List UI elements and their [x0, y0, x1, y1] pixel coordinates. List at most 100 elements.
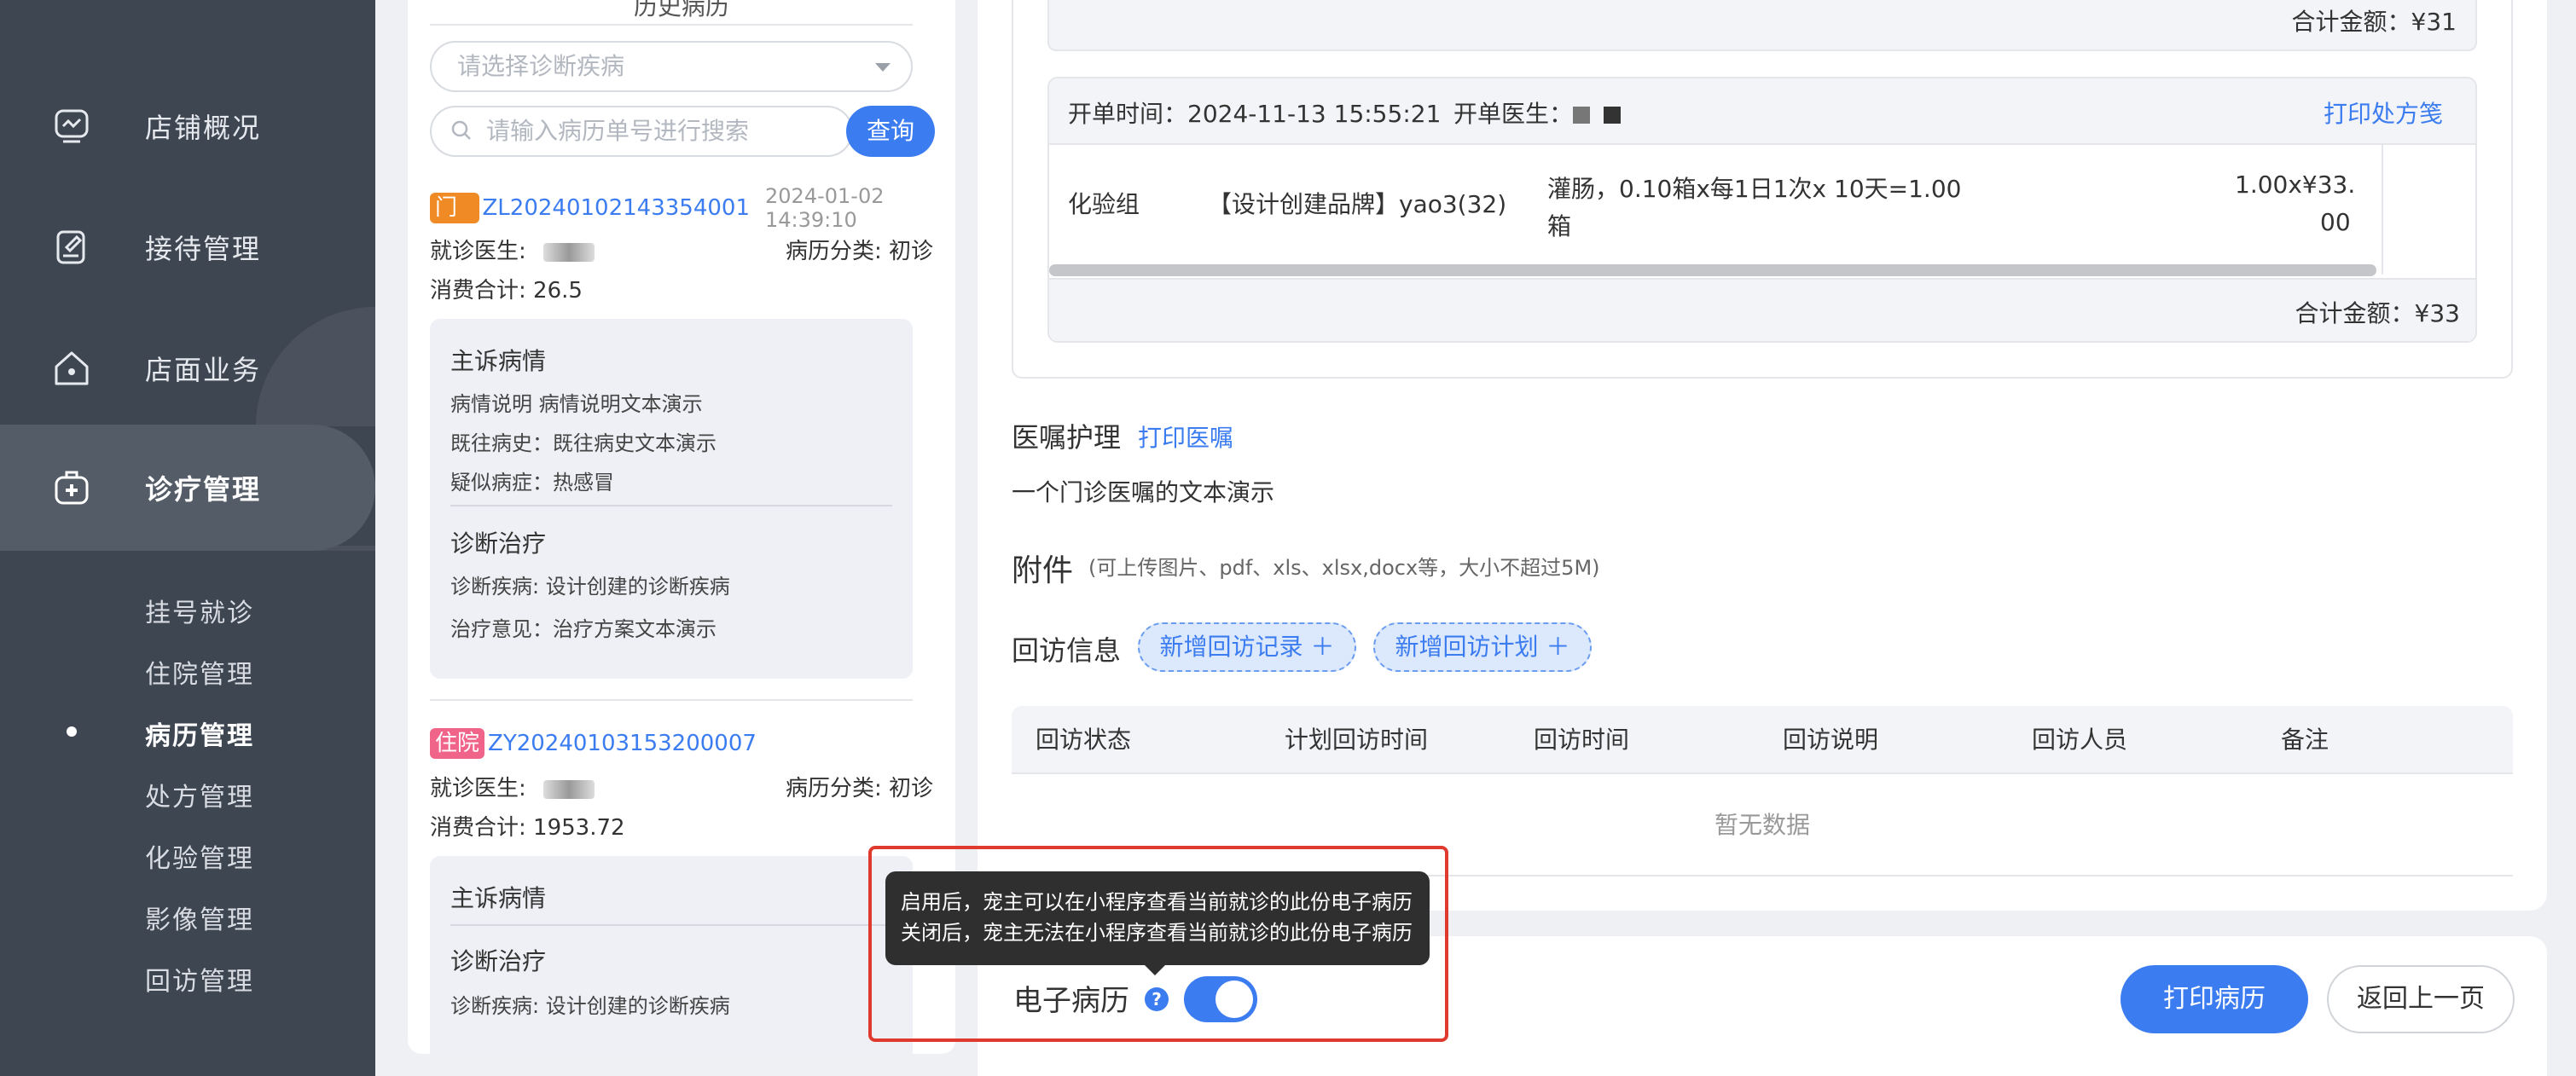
doctor-name-redacted: [1604, 107, 1622, 124]
record-doctor: 就诊医生:: [430, 234, 595, 265]
attachment-hint: (可上传图片、pdf、xls、xlsx,docx等，大小不超过5M): [1088, 556, 1600, 580]
diagnosis-line: 诊断疾病: 设计创建的诊断疾病: [450, 575, 730, 599]
sidebar-sub-inpatient[interactable]: 住院管理: [145, 653, 254, 691]
print-orders-link[interactable]: 打印医嘱: [1138, 419, 1233, 454]
rx-drug: 【设计创建品牌】yao3(32): [1208, 190, 1507, 218]
reception-icon: [56, 230, 85, 264]
disease-select[interactable]: 请选择诊断疾病: [430, 41, 913, 92]
diagnosis-title: 诊断治疗: [450, 947, 547, 975]
query-button[interactable]: 查询: [846, 106, 935, 157]
doctor-label: 就诊医生:: [430, 239, 526, 264]
column-header: 回访说明: [1783, 726, 1879, 754]
complaint-title: 主诉病情: [450, 884, 547, 912]
record-doctor: 就诊医生:: [430, 771, 595, 802]
inpatient-tag: 住院: [430, 728, 485, 759]
prescription-header: 开单时间：2024-11-13 15:55:21 开单医生： 打印处方笺: [1049, 78, 2475, 145]
search-placeholder: 请输入病历单号进行搜索: [486, 117, 750, 145]
record-date: 2024-01-02 14:39:10: [765, 184, 885, 232]
sidebar-item-label: 接待管理: [145, 233, 262, 265]
add-followup-plan-button[interactable]: 新增回访计划 ＋: [1373, 622, 1592, 672]
rx-usage: 灌肠，0.10箱x每1日1次x 10天=1.00: [1547, 175, 1962, 203]
diagnosis-line: 治疗意见：治疗方案文本演示: [450, 617, 717, 641]
rx-usage: 箱: [1547, 212, 1572, 240]
search-icon: [451, 120, 471, 140]
sidebar-item-store-business[interactable]: 店面业务: [0, 317, 375, 419]
record-list-title: 历史病历: [633, 0, 729, 20]
record-category: 病历分类: 初诊: [785, 776, 933, 801]
open-time: 开单时间：2024-11-13 15:55:21: [1068, 100, 1442, 128]
doctor-name-redacted: [542, 242, 595, 262]
outpatient-tag: 门诊: [430, 193, 479, 252]
attachment-title: 附件: [1012, 553, 1074, 588]
complaint-title: 主诉病情: [450, 347, 547, 375]
sidebar-sub-followup[interactable]: 回访管理: [145, 960, 254, 998]
complaint-line: 既往病史：既往病史文本演示: [450, 431, 717, 455]
horizontal-scrollbar[interactable]: [1049, 264, 2376, 276]
diagnosis-line: 诊断疾病: 设计创建的诊断疾病: [450, 994, 730, 1018]
diagnosis-title: 诊断治疗: [450, 529, 547, 558]
column-header: 回访状态: [1036, 726, 1132, 754]
doctor-label: 就诊医生:: [430, 776, 526, 801]
sidebar-item-medical[interactable]: 诊疗管理: [0, 437, 375, 539]
disease-select-placeholder: 请选择诊断疾病: [457, 52, 625, 80]
home-business-icon: [55, 351, 89, 385]
sidebar-item-label: 诊疗管理: [145, 473, 262, 506]
print-prescription-link[interactable]: 打印处方笺: [2324, 95, 2443, 130]
record-number[interactable]: ZY20240103153200007: [488, 731, 757, 756]
sidebar-sub-prescription[interactable]: 处方管理: [145, 776, 254, 813]
annotation-highlight-box: [868, 846, 1448, 1042]
sidebar-sub-imaging[interactable]: 影像管理: [145, 899, 254, 936]
record-number[interactable]: ZL20240102143354001: [483, 195, 751, 221]
prescription-card: 开单时间：2024-11-13 15:55:21 开单医生： 打印处方笺 化验组…: [1047, 77, 2477, 343]
doctor-name-redacted: [542, 779, 595, 799]
prescription-footer: 合计金额：¥33: [1049, 278, 2475, 341]
followup-title: 回访信息: [1012, 634, 1122, 667]
sidebar-submenu: 挂号就诊 住院管理 病历管理 处方管理 化验管理 影像管理 回访管理: [0, 551, 375, 1076]
rx-qty: 1.00x¥33.: [2235, 171, 2356, 199]
doctor-name-redacted: [1573, 107, 1591, 124]
sidebar-item-store-overview[interactable]: 店铺概况: [0, 75, 375, 177]
chevron-down-icon: [875, 63, 891, 72]
rx-qty: 00: [2320, 208, 2351, 236]
open-doctor: 开单医生：: [1453, 95, 1622, 130]
record-summary-card: 主诉病情 诊断治疗 诊断疾病: 设计创建的诊断疾病: [430, 856, 913, 1054]
prev-prescription-footer: 合计金额：¥31: [1047, 0, 2477, 51]
prev-total: 合计金额：¥31: [2291, 8, 2457, 36]
record-total: 消费合计: 26.5: [430, 278, 583, 304]
divider: [450, 924, 892, 926]
record-search-input[interactable]: 请输入病历单号进行搜索: [430, 106, 853, 157]
followup-table-header: 回访状态 计划回访时间 回访时间 回访说明 回访人员 备注: [1012, 706, 2513, 774]
add-followup-record-button[interactable]: 新增回访记录 ＋: [1138, 622, 1356, 672]
complaint-line: 疑似病症：热感冒: [450, 471, 614, 495]
open-doctor-label: 开单医生：: [1453, 100, 1574, 128]
active-indicator-dot: [67, 726, 77, 737]
medical-kit-icon: [55, 471, 89, 505]
column-header: 计划回访时间: [1285, 726, 1429, 754]
back-button[interactable]: 返回上一页: [2327, 965, 2515, 1033]
sidebar-item-reception[interactable]: 接待管理: [0, 196, 375, 298]
store-overview-icon: [55, 109, 89, 143]
column-header: 备注: [2281, 726, 2329, 754]
column-header: 回访时间: [1534, 726, 1630, 754]
record-header[interactable]: 门诊 ZL20240102143354001 2024-01-02 14:39:…: [430, 184, 955, 252]
column-header: 回访人员: [2032, 726, 2128, 754]
divider: [450, 505, 892, 506]
record-header[interactable]: 住院 ZY20240103153200007: [430, 728, 757, 759]
sidebar-item-label: 店面业务: [145, 354, 262, 386]
sidebar-sub-records[interactable]: 病历管理: [145, 714, 254, 752]
rx-group: 化验组: [1068, 190, 1140, 218]
record-category: 病历分类: 初诊: [785, 239, 933, 264]
sidebar-item-label: 店铺概况: [145, 112, 262, 144]
record-total: 消费合计: 1953.72: [430, 815, 625, 841]
record-summary-card: 主诉病情 病情说明 病情说明文本演示 既往病史：既往病史文本演示 疑似病症：热感…: [430, 319, 913, 679]
complaint-line: 病情说明 病情说明文本演示: [450, 392, 703, 416]
orders-title: 医嘱护理: [1012, 421, 1122, 454]
rx-table-fixed-column: [2382, 145, 2475, 275]
sidebar-sub-lab[interactable]: 化验管理: [145, 837, 254, 875]
divider: [430, 699, 913, 701]
divider: [430, 24, 913, 26]
sidebar: 店铺概况 接待管理 店面业务 诊疗管理 挂号就诊 住院管理 病历管理 处方管理 …: [0, 0, 375, 1076]
sidebar-sub-registration[interactable]: 挂号就诊: [145, 592, 254, 629]
print-record-button[interactable]: 打印病历: [2121, 965, 2308, 1033]
prescription-total: 合计金额：¥33: [2295, 299, 2460, 327]
